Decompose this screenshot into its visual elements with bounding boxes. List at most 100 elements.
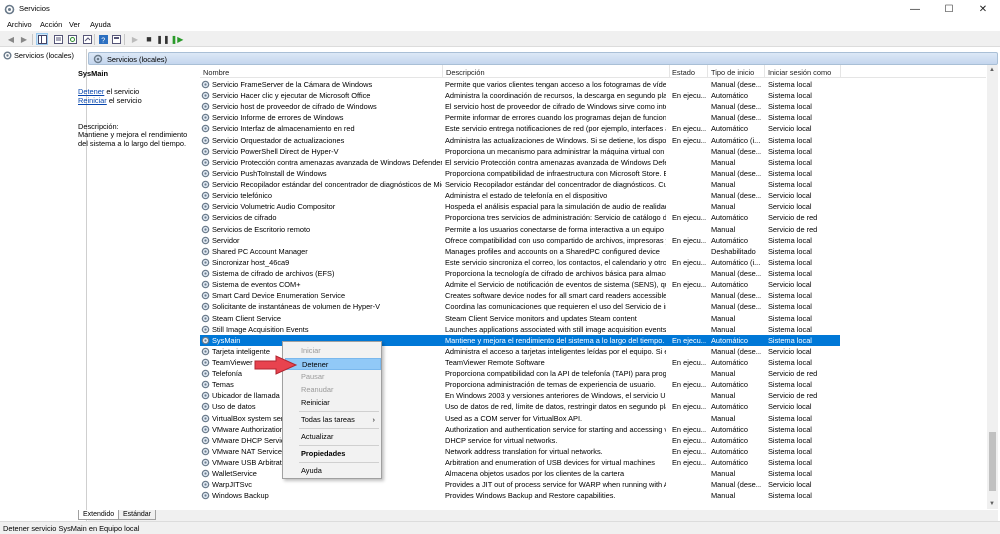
menu-item-actualizar[interactable]: Actualizar [285, 431, 381, 443]
service-row[interactable]: Servicio Informe de errores de Windows Pe… [200, 112, 986, 123]
service-row[interactable]: Servicio telefónico Administra el estado … [200, 190, 986, 201]
minimize-button[interactable]: — [898, 0, 932, 19]
view-button[interactable] [110, 33, 122, 45]
service-row[interactable]: Servicio Orquestador de actualizaciones A… [200, 135, 986, 146]
scroll-up-icon[interactable]: ▲ [989, 67, 995, 73]
service-row[interactable]: Shared PC Account Manager Manages profile… [200, 246, 986, 257]
service-row[interactable]: Servicio host de proveedor de cifrado de… [200, 101, 986, 112]
service-row[interactable]: Still Image Acquisition Events Launches a… [200, 324, 986, 335]
extended-description-pane: SysMain Detener el servicio Reiniciar el… [78, 66, 198, 510]
service-description-cell: Proporciona administración de temas de e… [445, 380, 656, 390]
tree-item-label: Servicios (locales) [14, 51, 74, 60]
service-gear-icon [201, 180, 210, 189]
service-description-cell: El servicio host de proveedor de cifrado… [445, 102, 666, 112]
service-gear-icon [201, 291, 210, 300]
menu-accion[interactable]: Acción [40, 20, 62, 29]
service-row[interactable]: Servicio Protección contra amenazas avan… [200, 157, 986, 168]
scroll-down-icon[interactable]: ▼ [989, 501, 995, 507]
pause-service-button[interactable]: ❚❚ [156, 33, 169, 45]
restart-service-link[interactable]: Reiniciar [78, 96, 107, 105]
service-row[interactable]: Smart Card Device Enumeration Service Cre… [200, 290, 986, 301]
service-description-cell: Steam Client Service monitors and update… [445, 313, 637, 323]
service-logon-cell: Servicio de red [768, 213, 818, 223]
forward-button[interactable]: ▶ [18, 33, 30, 45]
service-logon-cell: Sistema local [768, 235, 812, 245]
service-start-type-cell: Manual (dese... [711, 480, 761, 490]
close-button[interactable]: ✕ [966, 0, 1000, 19]
stop-service-button[interactable]: ■ [143, 33, 155, 45]
maximize-button[interactable]: ☐ [932, 0, 966, 19]
menu-item-todas-las-tareas[interactable]: Todas las tareas › [285, 414, 381, 426]
properties-sheet-button[interactable] [52, 33, 64, 45]
console-tree-icon [37, 34, 47, 44]
service-gear-icon [201, 147, 210, 156]
service-row[interactable]: Servidor Ofrece compatibilidad con uso co… [200, 235, 986, 246]
service-gear-icon [201, 492, 210, 500]
pointer-arrow-icon [254, 355, 298, 375]
tab-extendido[interactable]: Extendido [78, 510, 120, 520]
menu-item-reanudar[interactable]: Reanudar [285, 384, 381, 396]
service-row[interactable]: Servicios de cifrado Proporciona tres ser… [200, 212, 986, 223]
scrollbar-thumb[interactable] [989, 432, 996, 491]
service-state-cell: En ejecu... [672, 91, 706, 101]
service-logon-cell: Sistema local [768, 291, 812, 301]
service-gear-icon [201, 325, 210, 333]
service-row[interactable]: Windows Backup Provides Windows Backup an… [200, 490, 986, 501]
service-row[interactable]: WarpJITSvc Provides a JIT out of process … [200, 479, 986, 490]
column-header-state[interactable]: Estado [672, 68, 695, 77]
service-logon-cell: Servicio de red [768, 224, 818, 234]
menu-ayuda[interactable]: Ayuda [90, 20, 111, 29]
help-button[interactable]: ? [97, 33, 109, 45]
service-row[interactable]: Servicios de Escritorio remoto Permite a … [200, 224, 986, 235]
service-gear-icon [201, 91, 210, 100]
tree-item-services-local[interactable]: Servicios (locales) [3, 50, 74, 61]
column-header-description[interactable]: Descripción [446, 68, 485, 77]
service-row[interactable]: Steam Client Service Steam Client Service… [200, 313, 986, 324]
service-row[interactable]: Solicitante de instantáneas de volumen d… [200, 301, 986, 312]
stop-service-link[interactable]: Detener [78, 87, 104, 96]
refresh-button[interactable] [66, 33, 78, 45]
menu-item-reiniciar[interactable]: Reiniciar [285, 397, 381, 409]
service-start-type-cell: Manual [711, 157, 736, 167]
service-row[interactable]: Servicio PushToInstall de Windows Proporc… [200, 168, 986, 179]
service-row[interactable]: Servicio PowerShell Direct de Hyper-V Pro… [200, 146, 986, 157]
main-pane: Servicios (locales) SysMain Detener el s… [78, 49, 1000, 521]
menu-item-propiedades[interactable]: Propiedades [285, 448, 381, 460]
service-row[interactable]: Sistema de cifrado de archivos (EFS) Prop… [200, 268, 986, 279]
menu-item-pausar[interactable]: Pausar [285, 371, 381, 383]
tab-estandar[interactable]: Estándar [118, 510, 157, 520]
back-button[interactable]: ◀ [5, 33, 17, 45]
service-logon-cell: Sistema local [768, 80, 812, 89]
service-row[interactable]: Servicio Volumetric Audio Compositor Hosp… [200, 201, 986, 212]
close-icon: ✕ [978, 4, 988, 15]
service-row[interactable]: Sistema de eventos COM+ Admite el Servici… [200, 279, 986, 290]
service-logon-cell: Servicio local [768, 191, 812, 201]
column-header-start-type[interactable]: Tipo de inicio [711, 68, 754, 77]
service-row[interactable]: Servicio Recopilador estándar del concen… [200, 179, 986, 190]
properties-icon [53, 34, 63, 44]
column-header-name[interactable]: Nombre [203, 68, 229, 77]
service-logon-cell: Sistema local [768, 102, 812, 112]
start-service-button[interactable]: ▶ [129, 33, 141, 45]
service-logon-cell: Servicio local [768, 202, 812, 212]
service-row[interactable]: Sincronizar host_46ca9 Este servicio sinc… [200, 257, 986, 268]
service-gear-icon [201, 125, 210, 133]
column-header-logon[interactable]: Iniciar sesión como [768, 68, 831, 77]
service-row[interactable]: Servicio FrameServer de la Cámara de Win… [200, 79, 986, 90]
menu-ver[interactable]: Ver [69, 20, 80, 29]
menu-item-detener[interactable]: Detener [285, 358, 381, 370]
restart-service-button[interactable]: ❚▶ [171, 33, 184, 45]
menu-archivo[interactable]: Archivo [7, 20, 32, 29]
window-title: Servicios [19, 4, 50, 13]
service-logon-cell: Sistema local [768, 135, 812, 145]
service-description-cell: Administra el acceso a tarjetas intelige… [445, 346, 666, 356]
export-list-button[interactable] [81, 33, 93, 45]
service-row[interactable]: Servicio Interfaz de almacenamiento en r… [200, 123, 986, 134]
submenu-arrow-icon: › [372, 415, 375, 424]
menu-item-iniciar[interactable]: Iniciar [285, 345, 381, 357]
menu-item-ayuda[interactable]: Ayuda [285, 465, 381, 477]
vertical-scrollbar[interactable]: ▲ ▼ [987, 65, 998, 509]
show-tree-button[interactable] [36, 33, 48, 45]
service-row[interactable]: Servicio Hacer clic y ejecutar de Micros… [200, 90, 986, 101]
service-logon-cell: Servicio local [768, 402, 812, 412]
